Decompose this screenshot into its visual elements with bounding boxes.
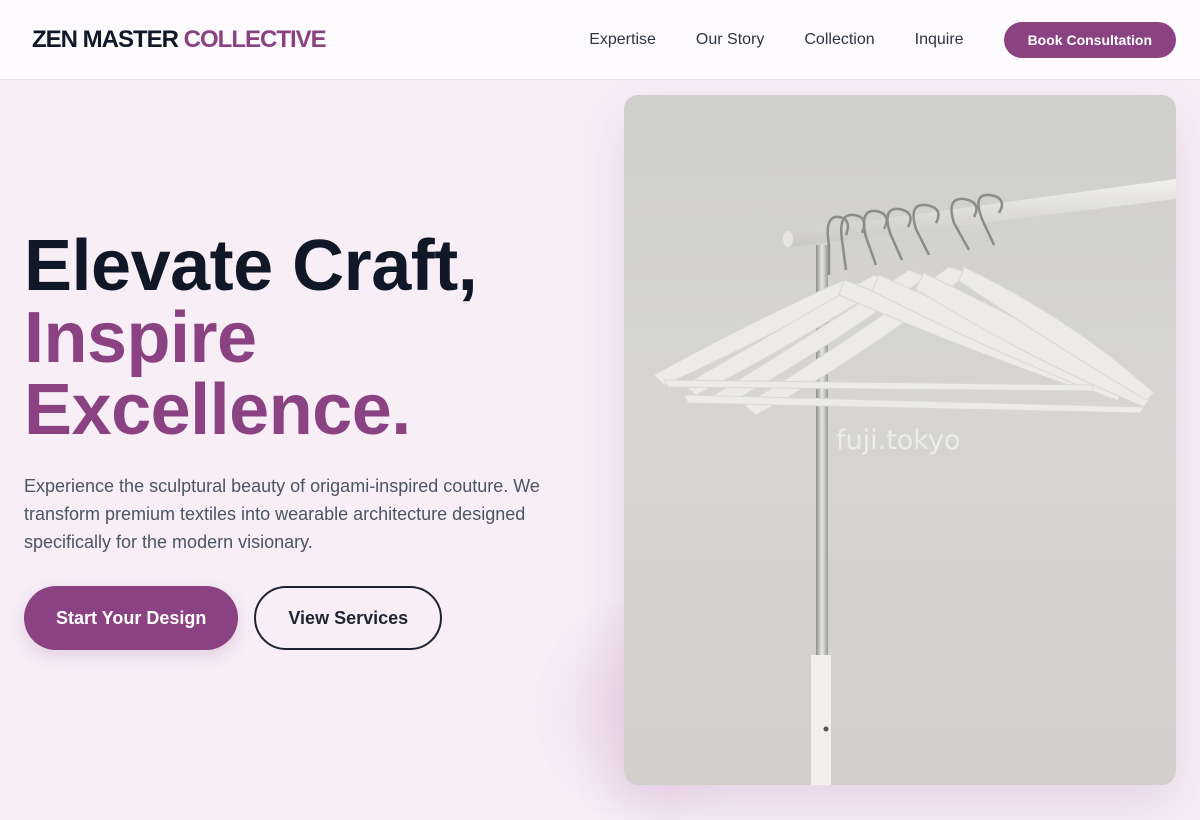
brand-logo[interactable]: ZEN MASTER COLLECTIVE bbox=[32, 25, 327, 54]
logo-accent-text: COLLECTIVE bbox=[183, 25, 327, 53]
hero-description: Experience the sculptural beauty of orig… bbox=[24, 476, 540, 552]
nav-link-our-story[interactable]: Our Story bbox=[696, 31, 764, 49]
headline-line-3: Excellence. bbox=[24, 370, 411, 450]
logo-primary-text: ZEN MASTER bbox=[32, 25, 179, 53]
headline-line-1: Elevate Craft, bbox=[24, 226, 478, 306]
headline-line-2: Inspire bbox=[24, 298, 257, 378]
main-nav: Expertise Our Story Collection Inquire B… bbox=[589, 21, 1176, 58]
image-watermark: fuji.tokyo bbox=[836, 425, 961, 456]
view-services-button[interactable]: View Services bbox=[254, 586, 443, 650]
nav-link-inquire[interactable]: Inquire bbox=[915, 31, 964, 49]
nav-link-collection[interactable]: Collection bbox=[804, 31, 874, 49]
hero-image-clothing-rack: fuji.tokyo bbox=[624, 95, 1176, 785]
book-consultation-button[interactable]: Book Consultation bbox=[1003, 21, 1176, 58]
start-your-design-button[interactable]: Start Your Design bbox=[24, 586, 239, 650]
hero-content: Elevate Craft, Inspire Excellence. Exper… bbox=[0, 80, 600, 800]
nav-link-expertise[interactable]: Expertise bbox=[589, 31, 656, 49]
site-header: ZEN MASTER COLLECTIVE Expertise Our Stor… bbox=[0, 0, 1200, 80]
hero-cta-group: Start Your Design View Services bbox=[24, 586, 443, 650]
hero-headline: Elevate Craft, Inspire Excellence. bbox=[24, 226, 478, 450]
